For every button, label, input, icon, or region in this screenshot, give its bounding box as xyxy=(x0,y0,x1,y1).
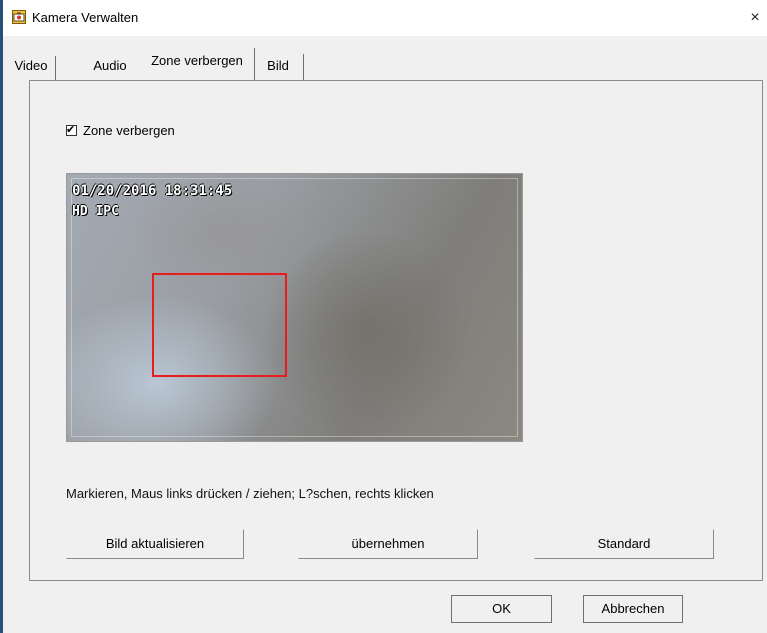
tab-video[interactable]: Video xyxy=(9,52,53,80)
privacy-mask-region[interactable] xyxy=(152,273,287,377)
refresh-image-button[interactable]: Bild aktualisieren xyxy=(66,529,244,559)
check-icon: ✔ xyxy=(66,123,76,136)
checkbox-label: Zone verbergen xyxy=(83,122,175,138)
ok-button[interactable]: OK xyxy=(451,595,552,623)
checkbox-box[interactable]: ✔ xyxy=(66,123,77,136)
zone-verbergen-checkbox[interactable]: ✔ Zone verbergen xyxy=(66,122,175,138)
close-button[interactable]: × xyxy=(743,6,767,30)
apply-button[interactable]: übernehmen xyxy=(298,529,478,559)
cancel-button[interactable]: Abbrechen xyxy=(583,595,683,623)
standard-button[interactable]: Standard xyxy=(534,529,714,559)
camera-app-icon xyxy=(12,10,26,24)
camera-preview[interactable]: 01/20/2016 18:31:45 HD IPC xyxy=(66,173,523,442)
tab-divider xyxy=(55,56,56,80)
tab-audio[interactable]: Audio xyxy=(86,52,134,80)
osd-camera-label: HD IPC xyxy=(72,204,119,219)
title-bar: Kamera Verwalten × xyxy=(3,0,767,36)
window-title: Kamera Verwalten xyxy=(32,10,139,25)
tab-divider xyxy=(254,48,255,80)
tab-bild[interactable]: Bild xyxy=(258,52,298,80)
osd-timestamp: 01/20/2016 18:31:45 xyxy=(72,183,233,199)
tab-zone-verbergen[interactable]: Zone verbergen xyxy=(140,48,254,78)
tab-divider xyxy=(303,54,304,80)
close-icon: × xyxy=(750,9,760,26)
preview-frame xyxy=(71,178,518,437)
instruction-text: Markieren, Maus links drücken / ziehen; … xyxy=(66,486,434,501)
